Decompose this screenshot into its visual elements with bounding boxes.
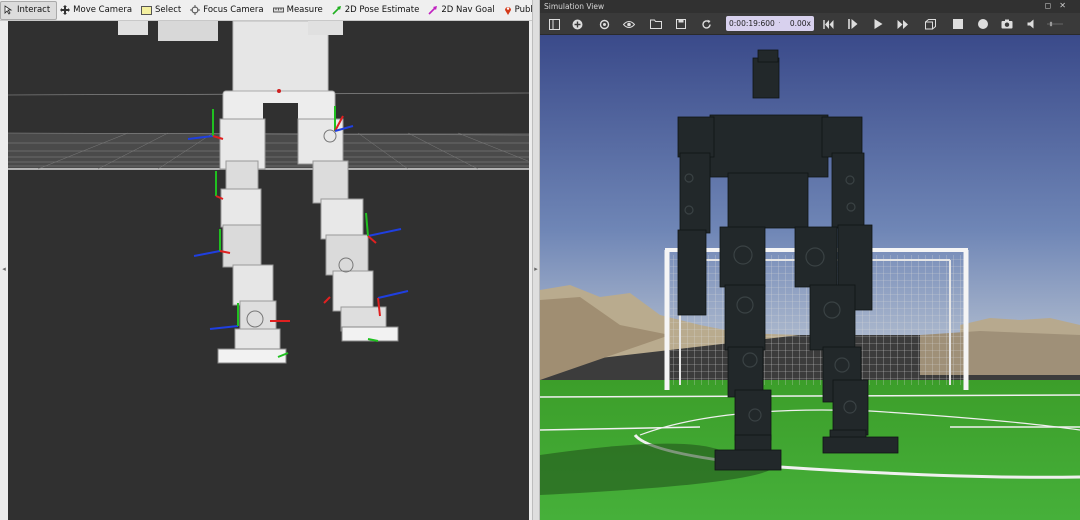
- move-camera-label: Move Camera: [73, 5, 133, 15]
- sim-speed-value: 0.00x: [789, 19, 811, 28]
- restore-window-icon[interactable]: ◻: [1045, 1, 1060, 10]
- measure-tool-button[interactable]: Measure: [270, 1, 329, 20]
- step-back-icon[interactable]: [820, 16, 836, 32]
- ruler-icon: [272, 7, 284, 13]
- rotate-icon[interactable]: [596, 16, 612, 32]
- publish-point-label: Publish Point: [514, 5, 532, 15]
- select-tool-button[interactable]: Select: [138, 1, 187, 20]
- collapse-left-arrow-icon[interactable]: ◂: [0, 265, 8, 273]
- simulation-3d-viewport[interactable]: [540, 35, 1080, 520]
- measure-label: Measure: [286, 5, 323, 15]
- select-label: Select: [155, 5, 182, 15]
- play-icon[interactable]: [870, 16, 886, 32]
- pose-estimate-arrow-icon: [332, 6, 341, 15]
- pose-estimate-label: 2D Pose Estimate: [344, 5, 420, 15]
- collapse-right-arrow-icon[interactable]: ▸: [533, 265, 539, 273]
- map-pin-icon: [504, 7, 511, 15]
- pause-step-icon[interactable]: [845, 16, 861, 32]
- cursor-icon: [4, 5, 13, 15]
- add-icon[interactable]: [569, 16, 585, 32]
- fast-forward-icon[interactable]: [895, 16, 911, 32]
- rviz-toolbar: Interact Move Camera Select Focus Camera…: [0, 0, 532, 21]
- volume-slider-icon[interactable]: [1047, 16, 1063, 32]
- open-folder-icon[interactable]: [648, 16, 664, 32]
- focus-camera-label: Focus Camera: [203, 5, 264, 15]
- simulation-time-display: 0:00:19:600 · 0.00x: [726, 16, 814, 31]
- sim-time-value: 0:00:19:600: [729, 19, 775, 28]
- reload-icon[interactable]: [698, 16, 714, 32]
- eye-icon[interactable]: [621, 16, 637, 32]
- simulation-titlebar: Simulation View ◻✕: [540, 0, 1080, 13]
- rviz-3d-viewport[interactable]: [8, 21, 529, 520]
- focus-camera-tool-button[interactable]: Focus Camera: [187, 1, 269, 20]
- record-icon[interactable]: [975, 16, 991, 32]
- interact-label: Interact: [17, 5, 51, 15]
- nav-goal-tool-button[interactable]: 2D Nav Goal: [425, 1, 500, 20]
- time-separator-icon: ·: [778, 20, 781, 27]
- interact-tool-button[interactable]: Interact: [0, 0, 58, 20]
- save-icon[interactable]: [673, 16, 689, 32]
- panel-splitter[interactable]: ▸: [532, 0, 540, 520]
- close-window-icon[interactable]: ✕: [1059, 1, 1074, 10]
- window-controls: ◻✕: [1045, 1, 1074, 10]
- move-camera-tool-button[interactable]: Move Camera: [57, 1, 138, 20]
- simulation-panel: Simulation View ◻✕ 0:00:19:600 · 0.00x: [540, 0, 1080, 520]
- sound-icon[interactable]: [1024, 16, 1040, 32]
- sidebar-toggle-icon[interactable]: [546, 16, 562, 32]
- select-icon: [141, 5, 153, 15]
- nav-goal-arrow-icon: [428, 6, 438, 15]
- camera-icon[interactable]: [999, 16, 1015, 32]
- move-camera-icon: [60, 5, 71, 15]
- focus-camera-icon: [190, 5, 201, 15]
- stop-icon[interactable]: [950, 16, 966, 32]
- simulation-title: Simulation View: [544, 2, 605, 11]
- pose-estimate-tool-button[interactable]: 2D Pose Estimate: [329, 1, 426, 20]
- cube-icon[interactable]: [922, 16, 938, 32]
- simulation-toolbar: 0:00:19:600 · 0.00x: [540, 13, 1080, 35]
- publish-point-tool-button[interactable]: Publish Point: [501, 1, 532, 20]
- rviz-panel: Interact Move Camera Select Focus Camera…: [0, 0, 532, 520]
- nav-goal-label: 2D Nav Goal: [441, 5, 495, 15]
